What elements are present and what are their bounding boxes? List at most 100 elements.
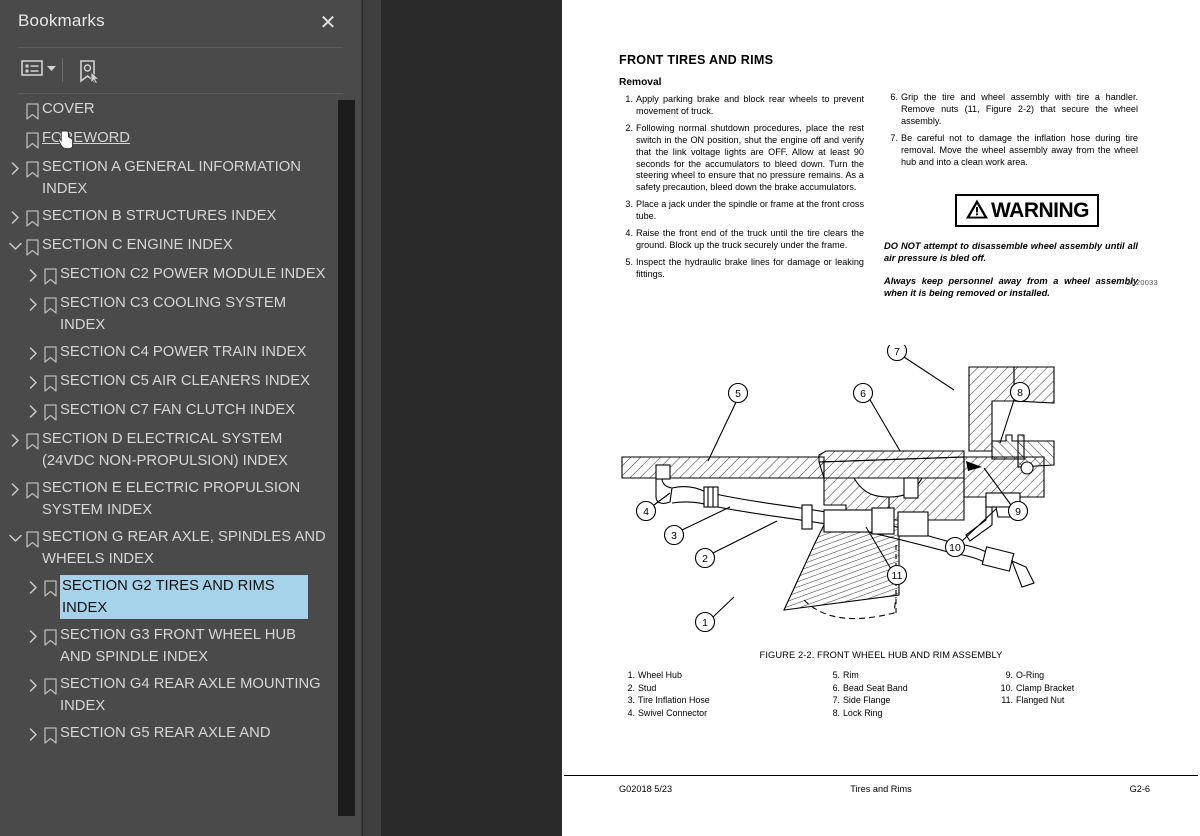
toolbar-divider-bottom	[18, 93, 343, 94]
bookmark-icon	[40, 265, 60, 287]
warning-text: DO NOT attempt to disassemble wheel asse…	[884, 240, 1138, 299]
bookmark-item-label[interactable]: SECTION C7 FAN CLUTCH INDEX	[60, 399, 362, 421]
bookmark-item[interactable]: SECTION C ENGINE INDEX	[0, 232, 362, 261]
chevron-down-icon[interactable]	[8, 527, 22, 549]
warning-paragraph: Always keep personnel away from a wheel …	[884, 276, 1138, 298]
chevron-right-icon[interactable]	[8, 157, 22, 179]
bookmark-item[interactable]: SECTION C2 POWER MODULE INDEX	[0, 261, 362, 290]
part-list-item: 11. Flanged Nut	[997, 694, 1074, 707]
part-name: Side Flange	[843, 695, 891, 706]
bookmark-item-label[interactable]: SECTION G3 FRONT WHEEL HUB AND SPINDLE I…	[60, 624, 362, 668]
procedure-step: 1. Apply parking brake and block rear whe…	[619, 94, 864, 118]
bookmark-item-label[interactable]: COVER	[42, 98, 362, 120]
chevron-right-icon[interactable]	[26, 371, 40, 393]
bookmark-item[interactable]: COVER	[0, 96, 362, 125]
procedure-step: 7. Be careful not to damage the inflation…	[884, 133, 1138, 169]
part-name: Bead Seat Band	[843, 682, 908, 693]
chevron-right-icon[interactable]	[26, 576, 40, 598]
part-name: O-Ring	[1016, 670, 1045, 680]
bookmark-item[interactable]: SECTION C4 POWER TRAIN INDEX	[0, 339, 362, 368]
removal-steps-left-column: 1. Apply parking brake and block rear whe…	[619, 94, 864, 281]
svg-text:6: 6	[860, 388, 866, 400]
bookmark-icon	[22, 207, 42, 229]
chevron-right-icon[interactable]	[26, 293, 40, 315]
parts-column-3: 9. O-Ring 10. Clamp Bracket 11. Flanged Nut	[997, 669, 1075, 707]
bookmark-item[interactable]: SECTION G2 TIRES AND RIMS INDEX	[0, 573, 362, 622]
bookmarks-scrollbar[interactable]	[338, 100, 689, 816]
bookmark-icon	[22, 430, 42, 452]
chevron-down-icon	[47, 59, 56, 77]
part-name: Tire Inflation Hose	[638, 695, 710, 706]
part-list-item: 7. Side Flange	[824, 694, 908, 707]
bookmark-item[interactable]: SECTION B STRUCTURES INDEX	[0, 203, 362, 232]
step-text: Raise the front end of the truck until t…	[636, 228, 864, 250]
pdf-viewer-area: FRONT TIRES AND RIMS Removal 1. Apply par…	[381, 0, 1200, 836]
chevron-right-icon[interactable]	[8, 206, 22, 228]
part-number: 11.	[1001, 695, 1013, 706]
chevron-down-icon[interactable]	[8, 235, 22, 257]
bookmarks-toolbar	[0, 48, 361, 93]
part-name: Swivel Connector	[638, 707, 708, 718]
part-number: 1.	[627, 670, 635, 680]
bookmark-item-label[interactable]: SECTION G5 REAR AXLE AND	[60, 722, 362, 744]
bookmark-icon	[22, 236, 42, 258]
warning-paragraph: DO NOT attempt to disassemble wheel asse…	[884, 241, 1138, 263]
list-options-icon[interactable]	[18, 56, 59, 80]
chevron-right-icon[interactable]	[8, 478, 22, 500]
bookmark-icon	[40, 626, 60, 648]
bookmark-item-label[interactable]: SECTION C2 POWER MODULE INDEX	[60, 263, 362, 285]
bookmark-tree[interactable]: COVER FOREWORD SECTION A GENERAL INFORMATI…	[0, 96, 362, 836]
part-list-item: 4. Swivel Connector	[619, 707, 710, 720]
chevron-right-icon[interactable]	[26, 400, 40, 422]
step-number: 7.	[890, 132, 898, 143]
part-number: 4.	[627, 707, 635, 718]
bookmark-item-label[interactable]: SECTION G REAR AXLE, SPINDLES AND WHEELS…	[42, 526, 362, 570]
bookmark-item[interactable]: SECTION A GENERAL INFORMATION INDEX	[0, 154, 362, 203]
bookmark-item[interactable]: SECTION G4 REAR AXLE MOUNTING INDEX	[0, 671, 362, 720]
bookmark-item-label[interactable]: SECTION C5 AIR CLEANERS INDEX	[60, 370, 362, 392]
step-text: Grip the tire and wheel assembly with ti…	[901, 92, 1138, 126]
bookmark-item-label[interactable]: SECTION B STRUCTURES INDEX	[42, 205, 362, 227]
page-title: FRONT TIRES AND RIMS	[619, 53, 774, 67]
bookmark-item-label[interactable]: SECTION E ELECTRIC PROPULSION SYSTEM IND…	[42, 477, 362, 521]
bookmark-item[interactable]: SECTION G3 FRONT WHEEL HUB AND SPINDLE I…	[0, 622, 362, 671]
chevron-right-icon[interactable]	[26, 723, 40, 745]
bookmark-item-label[interactable]: SECTION A GENERAL INFORMATION INDEX	[42, 156, 362, 200]
bookmark-item-label[interactable]: SECTION C4 POWER TRAIN INDEX	[60, 341, 362, 363]
footer-section-name: Tires and Rims	[850, 784, 912, 794]
bookmark-icon	[22, 100, 42, 122]
close-icon[interactable]: ✕	[315, 10, 341, 36]
bookmark-item[interactable]: SECTION C7 FAN CLUTCH INDEX	[0, 397, 362, 426]
chevron-right-icon[interactable]	[8, 429, 22, 451]
bookmark-item[interactable]: SECTION G REAR AXLE, SPINDLES AND WHEELS…	[0, 524, 362, 573]
bookmark-item[interactable]: FOREWORD	[0, 125, 362, 154]
bookmark-item-label[interactable]: FOREWORD	[42, 127, 362, 149]
bookmark-item-label[interactable]: SECTION C3 COOLING SYSTEM INDEX	[60, 292, 362, 336]
collapse-panel-button[interactable]	[363, 0, 739, 836]
bookmark-item-label[interactable]: SECTION G2 TIRES AND RIMS INDEX	[59, 574, 309, 620]
step-number: 5.	[625, 256, 633, 267]
footer-divider	[564, 775, 1198, 776]
part-name: Clamp Bracket	[1016, 682, 1075, 693]
part-list-item: 5. Rim	[824, 669, 908, 682]
chevron-right-icon[interactable]	[26, 264, 40, 286]
svg-text:11: 11	[892, 570, 903, 582]
svg-text:2: 2	[702, 553, 708, 565]
bookmark-item[interactable]: SECTION C5 AIR CLEANERS INDEX	[0, 368, 362, 397]
bookmark-item-label[interactable]: SECTION C ENGINE INDEX	[42, 234, 362, 256]
part-list-item: 10. Clamp Bracket	[997, 682, 1075, 695]
procedure-step: 5. Inspect the hydraulic brake lines for …	[619, 257, 864, 281]
chevron-right-icon[interactable]	[26, 625, 40, 647]
bookmark-item[interactable]: SECTION C3 COOLING SYSTEM INDEX	[0, 290, 362, 339]
step-text: Inspect the hydraulic brake lines for da…	[636, 256, 864, 279]
bookmark-icon	[40, 675, 60, 697]
bookmark-item-label[interactable]: SECTION D ELECTRICAL SYSTEM (24VDC NON-P…	[42, 428, 362, 472]
bookmark-item-label[interactable]: SECTION G4 REAR AXLE MOUNTING INDEX	[60, 673, 362, 717]
part-name: Wheel Hub	[638, 670, 682, 680]
chevron-right-icon[interactable]	[26, 342, 40, 364]
bookmark-item[interactable]: SECTION D ELECTRICAL SYSTEM (24VDC NON-P…	[0, 426, 362, 475]
bookmark-item[interactable]: SECTION E ELECTRIC PROPULSION SYSTEM IND…	[0, 475, 362, 524]
chevron-right-icon[interactable]	[26, 674, 40, 696]
bookmark-item[interactable]: SECTION G5 REAR AXLE AND	[0, 720, 362, 749]
add-bookmark-icon[interactable]	[74, 56, 104, 88]
